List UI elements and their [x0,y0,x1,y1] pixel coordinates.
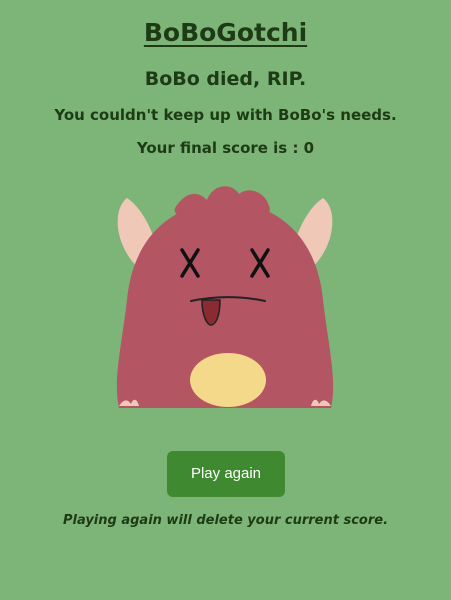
death-headline: BoBo died, RIP. [144,68,307,90]
play-again-button[interactable]: Play again [167,451,285,497]
pet-belly [190,353,266,407]
dead-pet-image [116,186,334,408]
death-reason: You couldn't keep up with BoBo's needs. [54,106,397,124]
play-again-warning: Playing again will delete your current s… [62,513,389,528]
game-over-screen: BoBoGotchi BoBo died, RIP. You couldn't … [0,0,451,600]
final-score: Your final score is : 0 [136,139,315,157]
app-title: BoBoGotchi [143,18,308,47]
